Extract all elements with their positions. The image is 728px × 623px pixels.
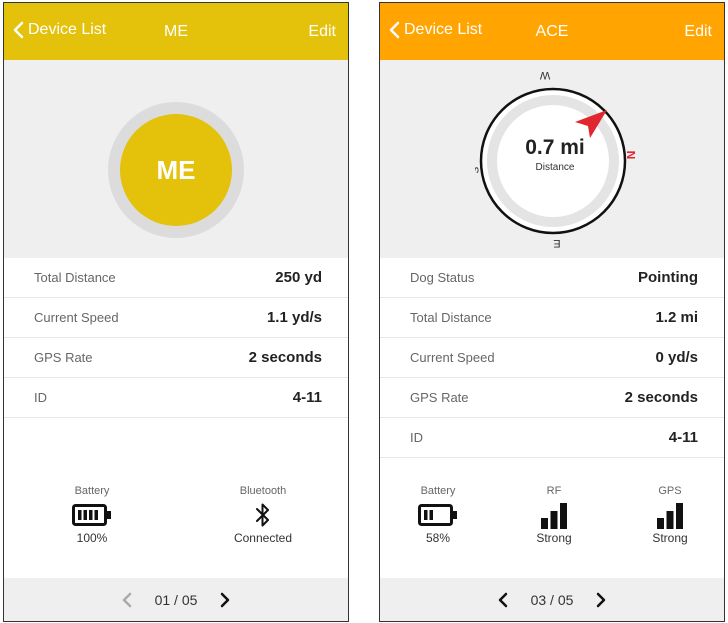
row-value: 1.2 mi [655, 309, 698, 326]
signal-bars-icon [541, 503, 567, 529]
row-value: 2 seconds [248, 349, 322, 366]
list-item: ID 4-11 [380, 418, 724, 458]
page-indicator: 03 / 05 [530, 591, 574, 608]
row-label: ID [34, 390, 47, 405]
bluetooth-value: Connected [233, 531, 293, 545]
rf-status: RF Strong [509, 485, 599, 545]
edit-button[interactable]: Edit [684, 23, 712, 41]
bluetooth-label: Bluetooth [239, 485, 287, 497]
row-value: 1.1 yd/s [266, 309, 322, 326]
bluetooth-icon [256, 503, 269, 527]
battery-status: Battery 100% [47, 485, 137, 545]
device-screen-ace: Device List ACE Edit W N E S 0.7 mi Dist… [379, 2, 725, 622]
row-value: Pointing [638, 269, 698, 286]
signal-bars-icon [657, 503, 683, 529]
row-value: 0 yd/s [655, 349, 698, 366]
device-info-list: Dog Status Pointing Total Distance 1.2 m… [380, 258, 724, 458]
bluetooth-status: Bluetooth Connected [218, 485, 308, 545]
row-label: Dog Status [410, 270, 475, 285]
gps-status: GPS Strong [625, 485, 715, 545]
avatar-panel: ME [4, 60, 348, 258]
list-item: Total Distance 250 yd [4, 258, 348, 298]
list-item: Total Distance 1.2 mi [380, 298, 724, 338]
compass-east: E [553, 237, 560, 249]
nav-bar: Device List ACE Edit [380, 3, 724, 60]
row-value: 2 seconds [624, 389, 698, 406]
list-item: GPS Rate 2 seconds [380, 378, 724, 418]
list-item: Current Speed 1.1 yd/s [4, 298, 348, 338]
nav-title: ME [164, 23, 188, 40]
nav-bar: Device List ME Edit [4, 3, 348, 60]
row-label: Total Distance [410, 310, 492, 325]
row-value: 250 yd [275, 269, 322, 286]
device-pager: 03 / 05 [380, 578, 724, 621]
battery-status: Battery 58% [393, 485, 483, 545]
next-page-button[interactable] [595, 592, 607, 608]
nav-title: ACE [535, 23, 569, 40]
next-page-button[interactable] [219, 592, 231, 608]
battery-label: Battery [74, 485, 110, 497]
battery-value: 58% [425, 531, 451, 545]
page-indicator: 01 / 05 [154, 591, 198, 608]
compass-west: W [539, 69, 550, 81]
distance-value: 0.7 mi [525, 136, 585, 159]
rf-label: RF [546, 485, 562, 497]
row-label: Total Distance [34, 270, 116, 285]
status-panel: Battery 58% RF Strong GPS Strong [380, 485, 724, 555]
rf-value: Strong [536, 531, 572, 545]
previous-page-button[interactable] [121, 592, 133, 608]
status-panel: Battery 100% Bluetooth Connected [4, 485, 348, 555]
gps-value: Strong [652, 531, 688, 545]
list-item: GPS Rate 2 seconds [4, 338, 348, 378]
row-label: GPS Rate [34, 350, 93, 365]
battery-label: Battery [420, 485, 456, 497]
compass-south: S [475, 166, 480, 173]
row-label: ID [410, 430, 423, 445]
edit-button[interactable]: Edit [308, 23, 336, 41]
device-screen-me: Device List ME Edit ME Total Distance 25… [3, 2, 349, 622]
gps-label: GPS [658, 485, 682, 497]
distance-readout: 0.7 mi Distance [505, 136, 605, 173]
list-item: ID 4-11 [4, 378, 348, 418]
row-value: 4-11 [668, 429, 698, 446]
row-label: GPS Rate [410, 390, 469, 405]
battery-value: 100% [76, 531, 108, 545]
distance-label: Distance [535, 162, 575, 173]
avatar-ring: ME [108, 102, 244, 238]
avatar: ME [120, 114, 232, 226]
row-value: 4-11 [292, 389, 322, 406]
device-pager: 01 / 05 [4, 578, 348, 621]
device-info-list: Total Distance 250 yd Current Speed 1.1 … [4, 258, 348, 418]
row-label: Current Speed [34, 310, 119, 325]
previous-page-button[interactable] [497, 592, 509, 608]
list-item: Dog Status Pointing [380, 258, 724, 298]
list-item: Current Speed 0 yd/s [380, 338, 724, 378]
compass-north: N [624, 151, 635, 160]
battery-icon [72, 504, 111, 526]
row-label: Current Speed [410, 350, 495, 365]
compass-panel: W N E S 0.7 mi Distance [380, 60, 724, 258]
battery-icon [418, 504, 457, 526]
